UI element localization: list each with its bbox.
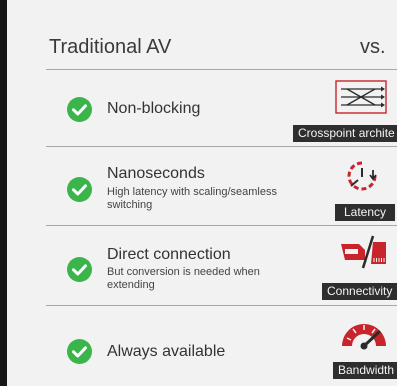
stopwatch-icon [345, 159, 379, 193]
check-icon [67, 257, 92, 282]
item-title: Non-blocking [107, 100, 201, 117]
caption-connectivity: Connectivity [322, 283, 397, 300]
speedometer-icon [339, 316, 389, 350]
list-item-non-blocking: Non-blocking Crosspoint archite [7, 70, 397, 146]
check-icon [67, 339, 92, 364]
caption-bandwidth: Bandwidth [333, 362, 397, 379]
item-subtitle: High latency with scaling/seamless switc… [107, 186, 277, 211]
crosspoint-switch-icon [335, 80, 387, 114]
item-title: Direct connection [107, 246, 231, 263]
slide: Traditional AV vs. Non-blocking Crosspoi… [7, 0, 397, 386]
list-item-always-available: Always available Bandwidth [7, 306, 397, 386]
list-item-nanoseconds: Nanoseconds High latency with scaling/se… [7, 147, 397, 225]
cable-connector-icon [339, 234, 389, 270]
list-item-direct-connection: Direct connection But conversion is need… [7, 226, 397, 305]
item-subtitle: But conversion is needed when extending [107, 266, 260, 291]
header-vs: vs. [360, 36, 386, 58]
caption-crosspoint: Crosspoint archite [293, 125, 397, 142]
check-icon [67, 97, 92, 122]
item-title: Always available [107, 343, 226, 360]
header-traditional-av: Traditional AV [49, 36, 172, 58]
item-title: Nanoseconds [107, 165, 205, 182]
caption-latency: Latency [335, 204, 395, 221]
check-icon [67, 177, 92, 202]
